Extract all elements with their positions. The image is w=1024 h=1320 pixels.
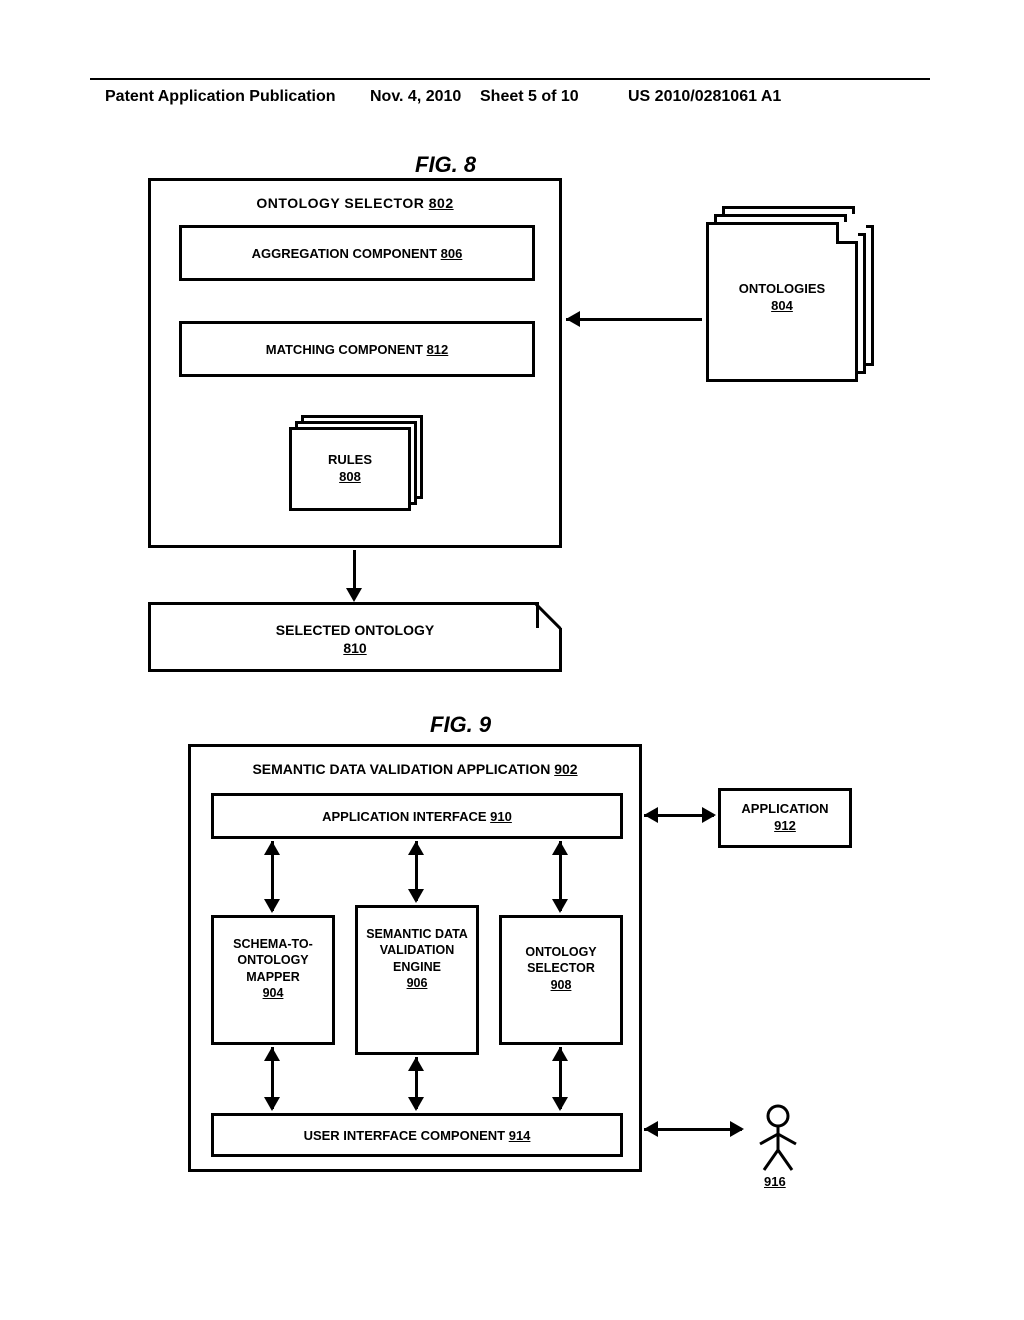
arrow-left-icon <box>566 311 580 327</box>
rules-card-front: RULES 808 <box>289 427 411 511</box>
ontology-selector-text: ONTOLOGY SELECTOR <box>256 195 424 211</box>
arrow-right-icon <box>730 1121 744 1137</box>
arrow-up-icon <box>264 1047 280 1061</box>
schema-mapper-ref: 904 <box>263 986 284 1000</box>
figure-9-label: FIG. 9 <box>430 712 491 738</box>
ontologies-text: ONTOLOGIES <box>739 281 825 296</box>
semantic-app-text: SEMANTIC DATA VALIDATION APPLICATION <box>252 761 550 777</box>
arrow-up-icon <box>552 841 568 855</box>
semantic-app-box: SEMANTIC DATA VALIDATION APPLICATION 902… <box>188 744 642 1172</box>
arrow-up-icon <box>408 1057 424 1071</box>
header-sheet: Sheet 5 of 10 <box>480 88 579 106</box>
figure-8-label: FIG. 8 <box>415 152 476 178</box>
header-rule <box>90 78 930 80</box>
page: Patent Application Publication Nov. 4, 2… <box>0 0 1024 1320</box>
rules-stack: RULES 808 <box>289 415 423 511</box>
application-912-box: APPLICATION 912 <box>718 788 852 848</box>
arrow-down-icon <box>552 899 568 913</box>
validation-engine-box: SEMANTIC DATA VALIDATION ENGINE 906 <box>355 905 479 1055</box>
arrow-down-icon <box>408 889 424 903</box>
arrow-down-icon <box>346 588 362 602</box>
matching-component-ref: 812 <box>427 342 449 357</box>
aggregation-component-text: AGGREGATION COMPONENT <box>252 246 437 261</box>
arrow-down-icon <box>264 1097 280 1111</box>
user-interface-text: USER INTERFACE COMPONENT <box>304 1128 506 1143</box>
rules-text: RULES <box>328 452 372 467</box>
header-publication: Patent Application Publication <box>105 88 336 106</box>
arrow-up-icon <box>264 841 280 855</box>
user-icon <box>750 1104 806 1174</box>
fold-icon <box>836 222 858 244</box>
validation-engine-text: SEMANTIC DATA VALIDATION ENGINE <box>366 927 468 974</box>
schema-mapper-box: SCHEMA-TO-ONTOLOGY MAPPER 904 <box>211 915 335 1045</box>
arrow-down-icon <box>408 1097 424 1111</box>
arrow-down-icon <box>264 899 280 913</box>
arrow-up-icon <box>552 1047 568 1061</box>
arrow-804-to-802-line <box>566 318 702 321</box>
ontology-selector-9-ref: 908 <box>551 978 572 992</box>
selected-ontology-text: SELECTED ONTOLOGY <box>276 622 434 638</box>
ontologies-stack: ONTOLOGIES 804 <box>706 206 874 384</box>
user-916-ref: 916 <box>764 1174 786 1189</box>
app-interface-ref: 910 <box>490 809 512 824</box>
ontologies-ref: 804 <box>771 298 793 313</box>
ontology-selector-9-text: ONTOLOGY SELECTOR <box>525 945 596 975</box>
matching-component-text: MATCHING COMPONENT <box>266 342 423 357</box>
selected-ontology-ref: 810 <box>343 640 366 656</box>
app-interface-text: APPLICATION INTERFACE <box>322 809 486 824</box>
clip-corner-icon <box>536 602 562 628</box>
arrow-left-icon <box>644 1121 658 1137</box>
app-interface-box: APPLICATION INTERFACE 910 <box>211 793 623 839</box>
arrow-up-icon <box>408 841 424 855</box>
ontology-selector-box-9: ONTOLOGY SELECTOR 908 <box>499 915 623 1045</box>
ontology-selector-title: ONTOLOGY SELECTOR 802 <box>151 195 559 211</box>
validation-engine-ref: 906 <box>407 976 428 990</box>
arrow-right-icon <box>702 807 716 823</box>
ontology-selector-ref: 802 <box>429 195 454 211</box>
rules-ref: 808 <box>339 469 361 484</box>
ontology-selector-box: ONTOLOGY SELECTOR 802 AGGREGATION COMPON… <box>148 178 562 548</box>
ontologies-card-front: ONTOLOGIES 804 <box>706 222 858 382</box>
application-912-ref: 912 <box>774 818 796 833</box>
application-912-text: APPLICATION <box>741 801 828 816</box>
selected-ontology-box: SELECTED ONTOLOGY 810 <box>148 602 562 672</box>
conn-914-916 <box>644 1128 742 1131</box>
semantic-app-ref: 902 <box>554 761 577 777</box>
user-interface-ref: 914 <box>509 1128 531 1143</box>
arrow-down-icon <box>552 1097 568 1111</box>
schema-mapper-text: SCHEMA-TO-ONTOLOGY MAPPER <box>233 937 313 984</box>
aggregation-component-box: AGGREGATION COMPONENT 806 <box>179 225 535 281</box>
user-interface-box: USER INTERFACE COMPONENT 914 <box>211 1113 623 1157</box>
header-pubno: US 2010/0281061 A1 <box>628 88 781 106</box>
header-date: Nov. 4, 2010 <box>370 88 461 106</box>
aggregation-component-ref: 806 <box>441 246 463 261</box>
matching-component-box: MATCHING COMPONENT 812 <box>179 321 535 377</box>
arrow-left-icon <box>644 807 658 823</box>
semantic-app-title: SEMANTIC DATA VALIDATION APPLICATION 902 <box>191 761 639 777</box>
